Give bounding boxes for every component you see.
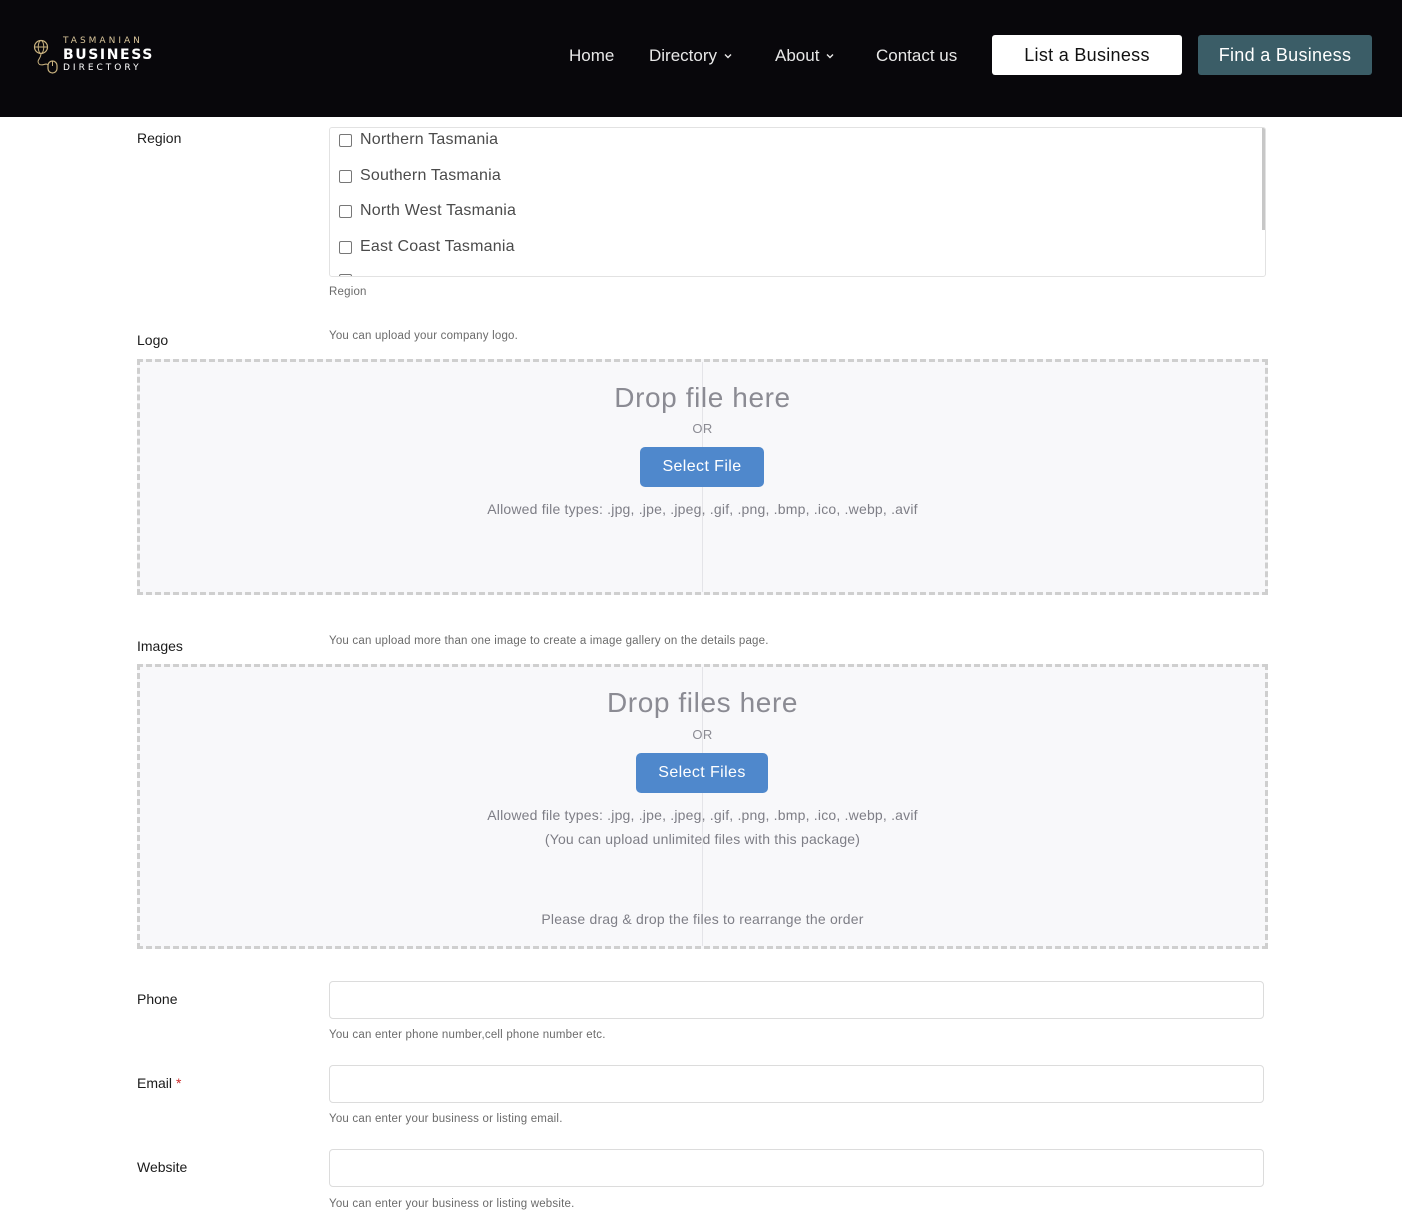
region-checkbox-list[interactable]: Northern Tasmania Southern Tasmania Nort…: [329, 127, 1266, 277]
images-help: You can upload more than one image to cr…: [329, 635, 769, 647]
region-scrollbar[interactable]: [1262, 128, 1265, 230]
logo-allowed-types: Allowed file types: .jpg, .jpe, .jpeg, .…: [487, 501, 918, 517]
email-label-text: Email: [137, 1075, 173, 1091]
list-business-button[interactable]: List a Business: [992, 35, 1182, 75]
nav-directory-label: Directory: [649, 46, 718, 65]
select-files-button[interactable]: Select Files: [636, 753, 768, 793]
phone-help: You can enter phone number,cell phone nu…: [329, 1029, 606, 1041]
logo-line-directory: DIRECTORY: [63, 63, 142, 73]
logo-or-text: OR: [692, 421, 713, 436]
website-label: Website: [137, 1159, 188, 1175]
nav-home-label: Home: [569, 46, 615, 65]
logo-line-tasmanian: TASMANIAN: [63, 36, 143, 46]
site-logo[interactable]: TASMANIAN BUSINESS DIRECTORY: [32, 36, 162, 76]
chevron-down-icon: [724, 54, 732, 59]
region-option-label: East Coast Tasmania: [360, 238, 515, 255]
nav-home[interactable]: Home: [569, 44, 614, 68]
region-option-label: North West Tasmania: [360, 202, 517, 219]
find-business-button[interactable]: Find a Business: [1198, 35, 1372, 75]
site-header: TASMANIAN BUSINESS DIRECTORY Home Direct…: [0, 0, 1402, 117]
select-file-button[interactable]: Select File: [640, 447, 764, 487]
region-option-southern[interactable]: Southern Tasmania: [339, 167, 501, 185]
nav-about[interactable]: About: [775, 44, 835, 68]
region-option-northern[interactable]: Northern Tasmania: [339, 131, 498, 149]
website-input[interactable]: [329, 1149, 1264, 1187]
nav-directory[interactable]: Directory: [649, 44, 733, 68]
checkbox-partial[interactable]: [339, 274, 352, 276]
logo-wordmark: TASMANIAN BUSINESS DIRECTORY: [63, 36, 163, 74]
region-option-east-coast[interactable]: East Coast Tasmania: [339, 238, 515, 256]
email-label: Email *: [137, 1075, 181, 1091]
images-label: Images: [137, 638, 183, 654]
images-allowed-types: Allowed file types: .jpg, .jpe, .jpeg, .…: [487, 807, 918, 823]
images-rearrange-note: Please drag & drop the files to rearrang…: [541, 911, 864, 927]
chevron-down-icon: [826, 54, 834, 59]
logo-drop-title: Drop file here: [614, 382, 791, 413]
nav-contact-label: Contact us: [876, 46, 958, 65]
nav-contact[interactable]: Contact us: [876, 44, 957, 68]
checkbox[interactable]: [339, 169, 352, 183]
images-drop-title: Drop files here: [606, 687, 799, 718]
checkbox[interactable]: [339, 240, 352, 254]
required-marker: *: [176, 1075, 182, 1091]
phone-label: Phone: [137, 991, 178, 1007]
website-help: You can enter your business or listing w…: [329, 1198, 575, 1210]
logo-label: Logo: [137, 332, 169, 348]
region-help: Region: [329, 286, 367, 298]
globe-mouse-logo-icon: [33, 39, 58, 74]
checkbox[interactable]: [339, 133, 352, 147]
region-option-north-west[interactable]: North West Tasmania: [339, 202, 516, 220]
logo-help: You can upload your company logo.: [329, 330, 519, 342]
nav-about-label: About: [775, 46, 820, 65]
email-help: You can enter your business or listing e…: [329, 1113, 563, 1125]
region-option-label: Northern Tasmania: [360, 131, 499, 148]
region-label: Region: [137, 130, 182, 146]
email-input[interactable]: [329, 1065, 1264, 1103]
checkbox[interactable]: [339, 204, 352, 218]
images-unlimited-note: (You can upload unlimited files with thi…: [544, 831, 861, 847]
images-dropzone[interactable]: Drop files here OR Select Files Allowed …: [137, 664, 1268, 949]
region-option-label: Southern Tasmania: [360, 167, 501, 184]
phone-input[interactable]: [329, 981, 1264, 1019]
logo-line-business: BUSINESS: [63, 47, 154, 63]
logo-dropzone[interactable]: Drop file here OR Select File Allowed fi…: [137, 359, 1268, 595]
images-or-text: OR: [692, 727, 713, 742]
